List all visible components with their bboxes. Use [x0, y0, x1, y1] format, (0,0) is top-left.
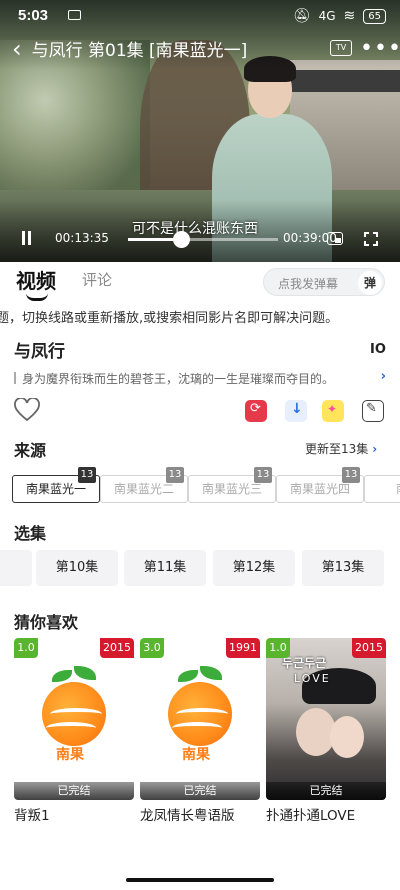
- source-item[interactable]: 南果蓝光一 13: [12, 467, 100, 503]
- source-item[interactable]: 南果蓝光三 13: [188, 467, 276, 503]
- leaf-shape: [200, 666, 222, 680]
- source-count-badge: 13: [78, 467, 96, 483]
- reward-icon[interactable]: [322, 400, 344, 422]
- episode-button[interactable]: 第13集: [302, 550, 384, 586]
- network-label: 4G: [318, 9, 336, 23]
- source-item[interactable]: 南果蓝光四 13: [276, 467, 364, 503]
- danmu-toggle-button[interactable]: 弹: [358, 271, 382, 295]
- battery-icon: 65: [363, 8, 386, 24]
- tab-bar: 视频 评论 点我发弹幕 弹: [0, 262, 400, 302]
- pip-icon[interactable]: [327, 232, 343, 245]
- logo-text: 南果: [56, 747, 84, 763]
- progress-knob[interactable]: [172, 231, 190, 248]
- poster-figure: [330, 716, 364, 758]
- pause-icon[interactable]: [20, 231, 32, 245]
- recommend-name: 背叛1: [14, 808, 50, 824]
- home-indicator[interactable]: [126, 878, 274, 882]
- download-icon[interactable]: [285, 400, 307, 422]
- show-description[interactable]: 身为魔界衔珠而生的碧苍王，沈璃的一生是璀璨而夺目的。 ›: [14, 370, 394, 387]
- wave-shape: [50, 708, 102, 720]
- poster-image[interactable]: 南果 1.0 2015 已完结: [14, 638, 134, 800]
- danmu-placeholder: 点我发弹幕: [278, 277, 339, 291]
- leaf-shape: [74, 666, 96, 680]
- back-icon[interactable]: ‹: [12, 37, 22, 61]
- source-more-link[interactable]: 更新至13集 ›: [305, 440, 377, 457]
- notification-icon: [68, 10, 81, 20]
- tab-video[interactable]: 视频: [16, 265, 56, 294]
- recommend-name: 扑通扑通LOVE: [266, 808, 356, 824]
- wifi-icon: ≋: [343, 8, 356, 24]
- fullscreen-icon[interactable]: [364, 232, 378, 246]
- feedback-icon[interactable]: [362, 400, 384, 422]
- heart-icon[interactable]: [14, 398, 40, 422]
- poster-title-love: LOVE: [294, 672, 331, 685]
- video-title: 与凤行 第01集 [南果蓝光一]: [31, 41, 248, 61]
- status-bar: 5:03 🔕︎ 4G ≋ 65: [0, 0, 400, 32]
- recommend-list: 南果 1.0 2015 已完结 背叛1 南果 3.0 1991 已完结 龙凤情长粤语版 두근두근 LO…: [0, 638, 400, 828]
- source-item[interactable]: 南果蓝光二 13: [100, 467, 188, 503]
- mute-icon: 🔕︎: [292, 8, 311, 24]
- tab-indicator: [26, 293, 48, 301]
- chevron-right-icon: ›: [372, 442, 378, 456]
- episode-title: 选集: [14, 524, 47, 543]
- source-list: 南果蓝光一13南果蓝光二13南果蓝光三13南果蓝光四13南果13: [0, 466, 400, 512]
- replay-icon[interactable]: [245, 400, 267, 422]
- status-label: 已完结: [266, 782, 386, 800]
- episode-button[interactable]: 第11集: [124, 550, 206, 586]
- show-title: 与凤行: [14, 342, 65, 362]
- notice-marquee: 题，切换线路或重新播放,或搜索相同影片名即可解决问题。: [0, 306, 400, 326]
- status-time: 5:03: [18, 7, 49, 24]
- leaf-shape: [52, 670, 72, 682]
- wave-shape: [46, 722, 96, 734]
- source-title: 来源: [14, 441, 47, 460]
- recommend-title: 猜你喜欢: [14, 613, 79, 632]
- episode-button[interactable]: 集: [0, 550, 32, 586]
- tv-cast-icon[interactable]: TV: [330, 40, 352, 56]
- wave-shape: [172, 722, 222, 734]
- video-player[interactable]: 5:03 🔕︎ 4G ≋ 65 ‹ 与凤行 第01集 [南果蓝光一] TV ••…: [0, 0, 400, 262]
- source-more-label: 更新至13集: [305, 442, 369, 456]
- poster-image[interactable]: 南果 3.0 1991 已完结: [140, 638, 260, 800]
- wave-shape: [176, 708, 228, 720]
- source-count-badge: 13: [342, 467, 360, 483]
- video-header: ‹ 与凤行 第01集 [南果蓝光一]: [12, 36, 248, 62]
- year-badge: 2015: [100, 638, 134, 658]
- poster-image[interactable]: 두근두근 LOVE 1.0 2015 已完结: [266, 638, 386, 800]
- rating-badge: 3.0: [140, 638, 164, 658]
- current-time: 00:13:35: [55, 231, 109, 245]
- video-subtitle: 可不是什么混账东西: [132, 221, 258, 237]
- recommend-name: 龙凤情长粤语版: [140, 808, 235, 824]
- logo-text: 南果: [182, 747, 210, 763]
- source-count-badge: 13: [166, 467, 184, 483]
- rating-badge: 1.0: [14, 638, 38, 658]
- year-badge: 1991: [226, 638, 260, 658]
- episode-button[interactable]: 第10集: [36, 550, 118, 586]
- notice-text: 题，切换线路或重新播放,或搜索相同影片名即可解决问题。: [0, 311, 339, 326]
- nanguo-logo-icon: 南果: [34, 662, 114, 763]
- source-label: 南果: [364, 475, 400, 503]
- chevron-right-icon[interactable]: ›: [381, 370, 386, 384]
- danmu-input[interactable]: 点我发弹幕 弹: [263, 268, 385, 296]
- source-item[interactable]: 南果13: [364, 475, 400, 503]
- status-label: 已完结: [14, 782, 134, 800]
- year-badge: 2015: [352, 638, 386, 658]
- episode-button[interactable]: 第12集: [213, 550, 295, 586]
- more-icon[interactable]: •••: [360, 36, 400, 61]
- action-bar: [0, 396, 400, 426]
- leaf-shape: [178, 670, 198, 682]
- rating-badge: 1.0: [266, 638, 290, 658]
- tab-comment[interactable]: 评论: [82, 269, 112, 290]
- nanguo-logo-icon: 南果: [160, 662, 240, 763]
- source-count-badge: 13: [254, 467, 272, 483]
- show-code: IO: [370, 342, 386, 357]
- status-label: 已完结: [140, 782, 260, 800]
- episode-list: 集第10集第11集第12集第13集: [0, 548, 400, 588]
- progress-bar[interactable]: [128, 231, 278, 248]
- description-text: 身为魔界衔珠而生的碧苍王，沈璃的一生是璀璨而夺目的。: [22, 372, 335, 386]
